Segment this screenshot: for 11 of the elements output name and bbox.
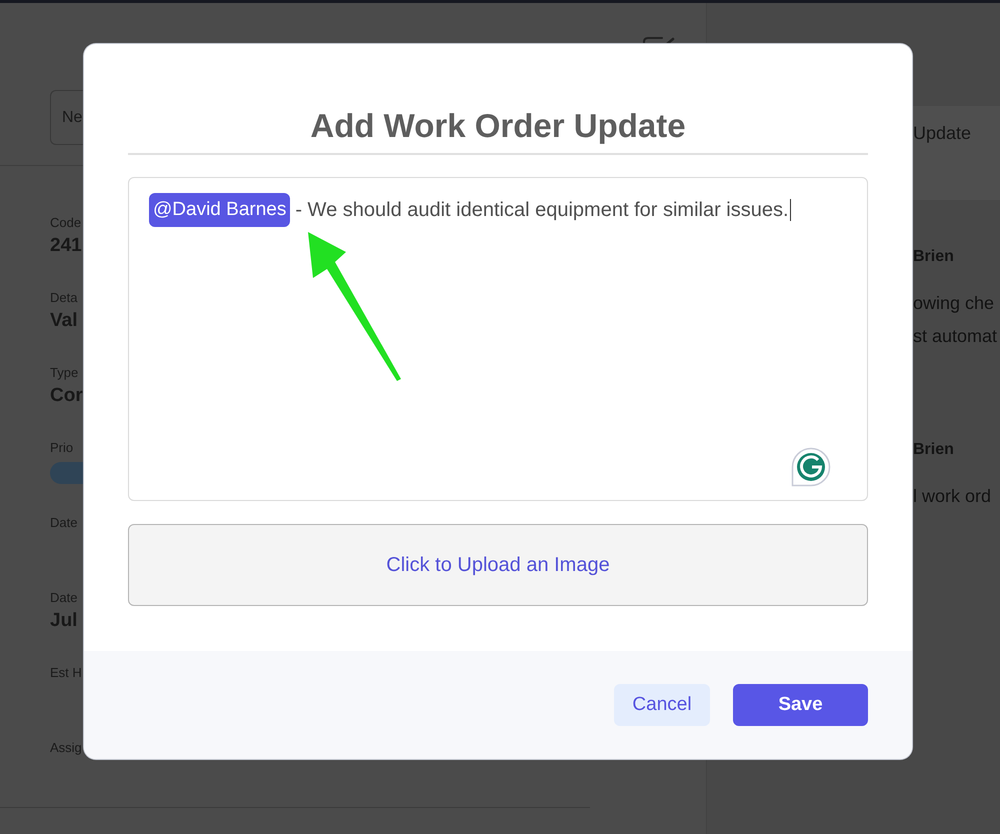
activity-header-title: Update [913,122,972,145]
save-button[interactable]: Save [733,684,868,726]
edit-icon[interactable] [642,37,676,44]
message-text: - We should audit identical equipment for similar issues. [295,198,789,223]
modal-title: Add Work Order Update [310,106,686,146]
priority-badge [50,462,84,484]
cancel-button[interactable]: Cancel [614,684,710,726]
text-cursor [790,199,791,221]
upload-image-button[interactable]: Click to Upload an Image [128,524,868,606]
g-badge-icon[interactable] [791,447,831,487]
mention-chip: @David Barnes [149,193,290,227]
